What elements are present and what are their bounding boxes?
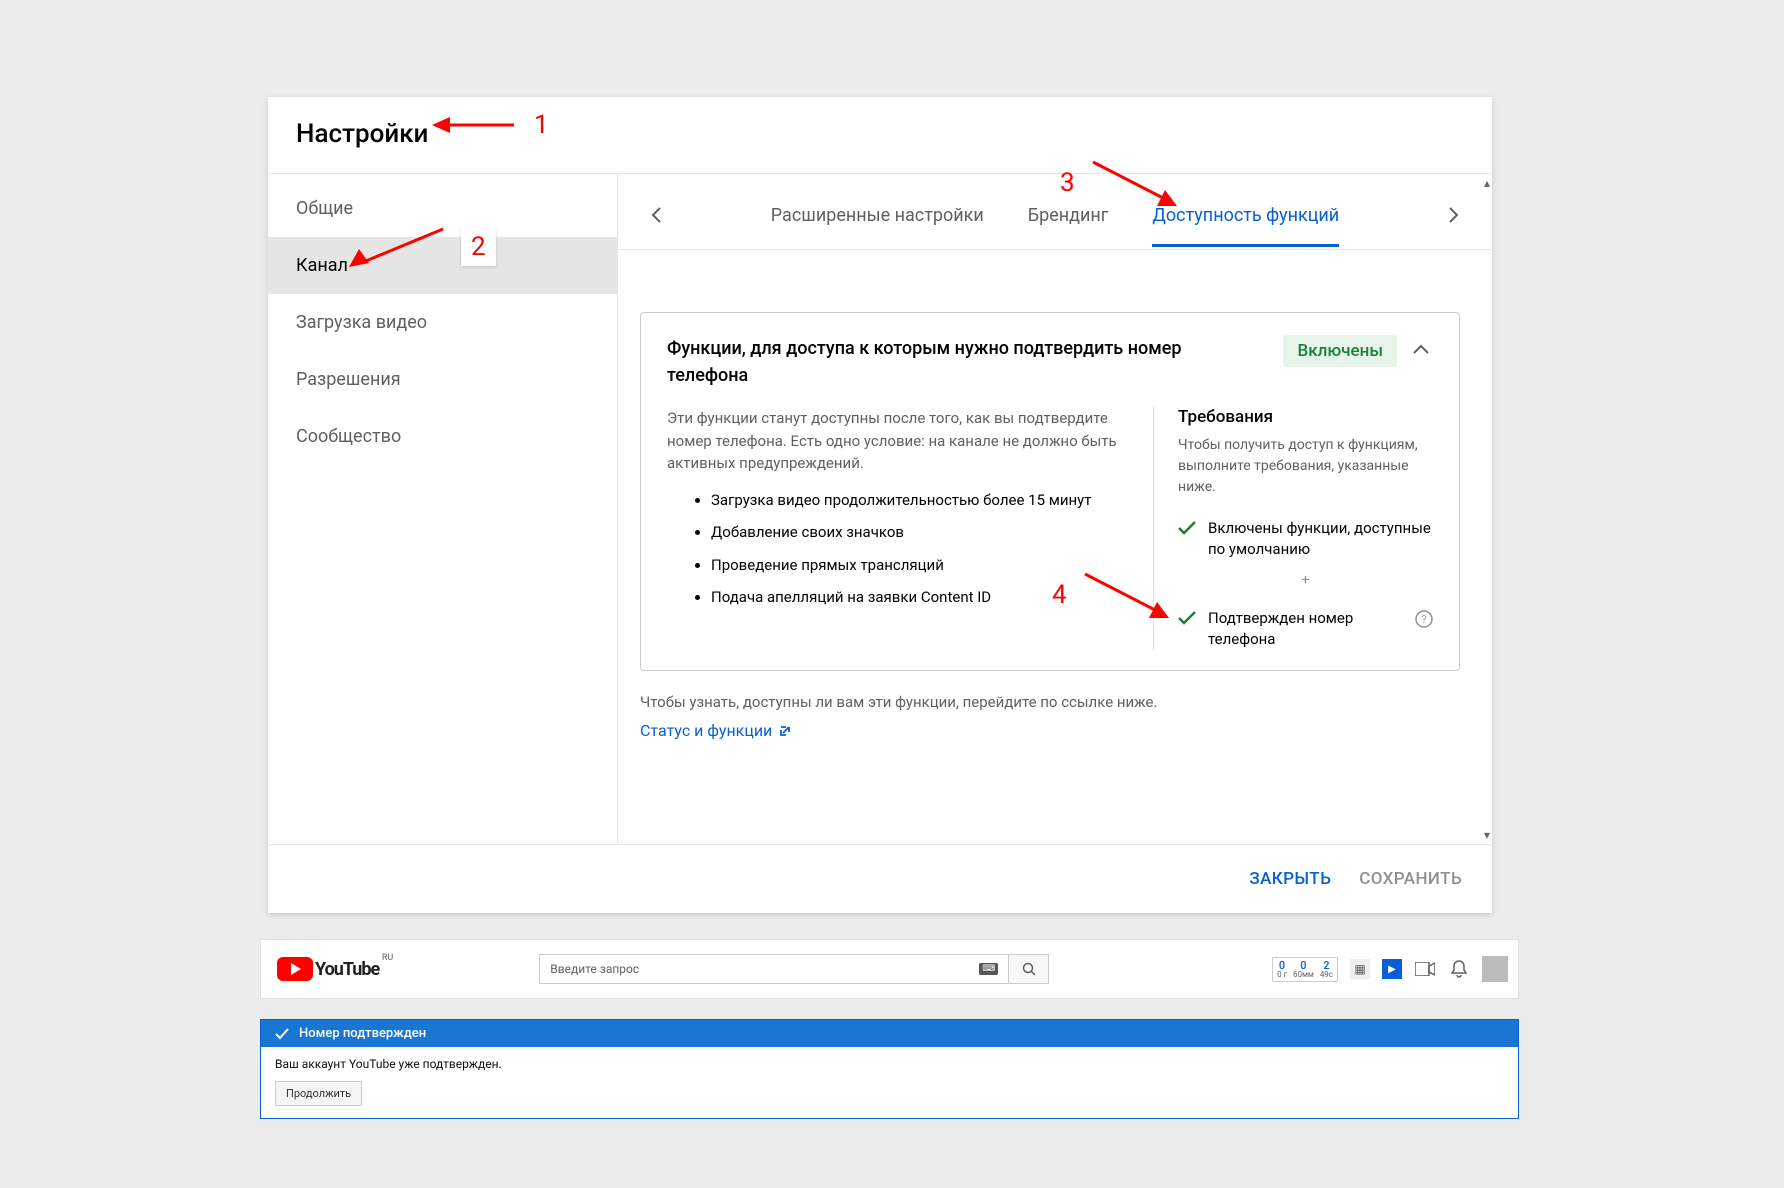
- requirement-item: Включены функции, доступные по умолчанию: [1178, 518, 1433, 560]
- upload-icon[interactable]: [1414, 958, 1436, 980]
- feature-card: Функции, для доступа к которым нужно под…: [640, 312, 1460, 671]
- tab-advanced[interactable]: Расширенные настройки: [771, 183, 984, 246]
- confirm-text: Ваш аккаунт YouTube уже подтвержден.: [275, 1057, 1504, 1071]
- creator-icon[interactable]: ▶: [1382, 959, 1402, 979]
- requirements-title: Требования: [1178, 407, 1433, 427]
- sidebar-item-upload[interactable]: Загрузка видео: [268, 294, 617, 351]
- confirm-banner: Номер подтвержден: [261, 1020, 1518, 1047]
- yt-play-icon: [277, 957, 313, 981]
- footnote: Чтобы узнать, доступны ли вам эти функци…: [640, 693, 1460, 711]
- check-icon: [1178, 610, 1196, 631]
- check-icon: [275, 1028, 289, 1040]
- verify-screenshot: YouTube RU Введите запрос ⌨ 00 г 060мм 2…: [260, 939, 1519, 1119]
- dialog-title: Настройки: [268, 97, 1492, 174]
- check-icon: [1178, 520, 1196, 541]
- card-description: Эти функции станут доступны после того, …: [667, 407, 1133, 475]
- bell-icon[interactable]: [1448, 958, 1470, 980]
- tabs-prev-icon[interactable]: [642, 201, 670, 229]
- sidebar-item-channel[interactable]: Канал: [268, 237, 617, 294]
- keyboard-icon[interactable]: ⌨: [979, 963, 998, 975]
- card-title: Функции, для доступа к которым нужно под…: [667, 335, 1271, 389]
- dialog-sidebar: Общие Канал Загрузка видео Разрешения Со…: [268, 174, 618, 844]
- requirement-item: Подтвержден номер телефона ?: [1178, 608, 1433, 650]
- continue-button[interactable]: Продолжить: [275, 1081, 362, 1106]
- save-button[interactable]: СОХРАНИТЬ: [1359, 869, 1462, 889]
- avatar[interactable]: [1482, 956, 1508, 982]
- tab-branding[interactable]: Брендинг: [1028, 183, 1109, 246]
- plus-separator: +: [1178, 572, 1433, 588]
- close-button[interactable]: ЗАКРЫТЬ: [1249, 869, 1331, 889]
- tabs-next-icon[interactable]: [1440, 201, 1468, 229]
- feature-list: Загрузка видео продолжительностью более …: [667, 489, 1133, 609]
- sidebar-item-permissions[interactable]: Разрешения: [268, 351, 617, 408]
- status-badge: Включены: [1283, 335, 1397, 367]
- list-item: Проведение прямых трансляций: [711, 554, 1133, 577]
- dialog-content: ▴ ▾ Расширенные настройки Брендинг Досту…: [618, 174, 1492, 844]
- yt-search: Введите запрос ⌨: [539, 954, 1049, 984]
- status-link[interactable]: Статус и функции: [640, 721, 792, 740]
- help-icon[interactable]: ?: [1415, 610, 1433, 634]
- collapse-icon[interactable]: [1409, 335, 1433, 362]
- requirements-desc: Чтобы получить доступ к функциям, выполн…: [1178, 435, 1433, 498]
- confirm-box: Номер подтвержден Ваш аккаунт YouTube уж…: [260, 1019, 1519, 1119]
- search-input[interactable]: Введите запрос ⌨: [539, 954, 1009, 984]
- svg-text:?: ?: [1421, 613, 1426, 626]
- list-item: Подача апелляций на заявки Content ID: [711, 586, 1133, 609]
- apps-icon[interactable]: ▦: [1350, 959, 1370, 979]
- external-link-icon: [778, 724, 792, 738]
- search-button[interactable]: [1009, 954, 1049, 984]
- scroll-up-icon[interactable]: ▴: [1484, 176, 1490, 190]
- yt-stats: 00 г 060мм 249с: [1272, 957, 1338, 982]
- scroll-down-icon[interactable]: ▾: [1484, 828, 1490, 842]
- yt-header: YouTube RU Введите запрос ⌨ 00 г 060мм 2…: [260, 939, 1519, 999]
- sidebar-item-community[interactable]: Сообщество: [268, 408, 617, 465]
- yt-logo[interactable]: YouTube RU: [277, 957, 379, 981]
- sidebar-item-general[interactable]: Общие: [268, 180, 617, 237]
- settings-dialog: Настройки Общие Канал Загрузка видео Раз…: [268, 97, 1492, 913]
- list-item: Загрузка видео продолжительностью более …: [711, 489, 1133, 512]
- list-item: Добавление своих значков: [711, 521, 1133, 544]
- tab-feature-availability[interactable]: Доступность функций: [1152, 183, 1339, 246]
